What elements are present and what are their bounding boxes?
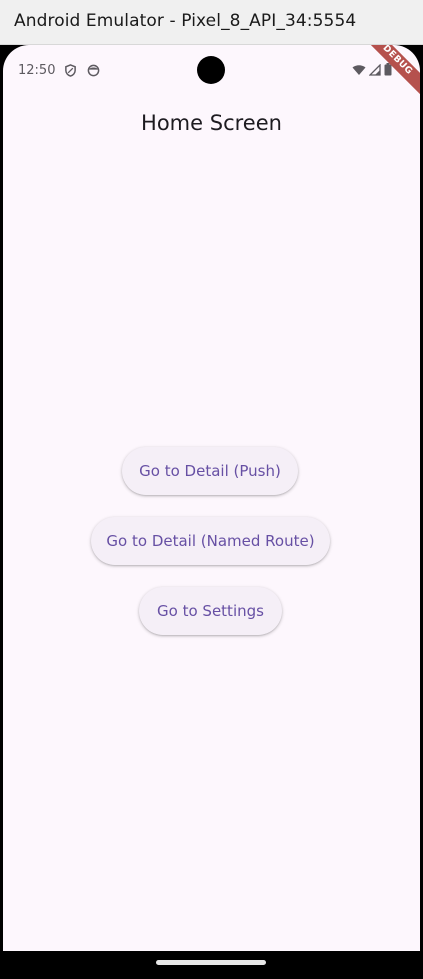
status-time: 12:50 [18,63,56,78]
page-title: Home Screen [141,111,282,135]
go-to-detail-named-route-button[interactable]: Go to Detail (Named Route) [91,517,330,565]
home-gesture-handle[interactable] [156,960,266,965]
camera-cutout [197,56,225,84]
emulator-title-bar[interactable]: Android Emulator - Pixel_8_API_34:5554 [0,0,423,45]
shield-icon [65,64,76,77]
system-navigation-bar [0,951,423,979]
app-screen: 12:50 DEBUG Home Screen Go to Detail (Pu… [3,45,420,951]
window-title: Android Emulator - Pixel_8_API_34:5554 [14,11,357,31]
device-frame: 12:50 DEBUG Home Screen Go to Detail (Pu… [0,45,423,979]
status-right-icons [352,63,392,76]
signal-icon [369,63,381,76]
face-icon [87,64,100,77]
go-to-detail-push-button[interactable]: Go to Detail (Push) [122,447,298,495]
wifi-icon [352,64,366,75]
go-to-settings-button[interactable]: Go to Settings [139,587,282,635]
